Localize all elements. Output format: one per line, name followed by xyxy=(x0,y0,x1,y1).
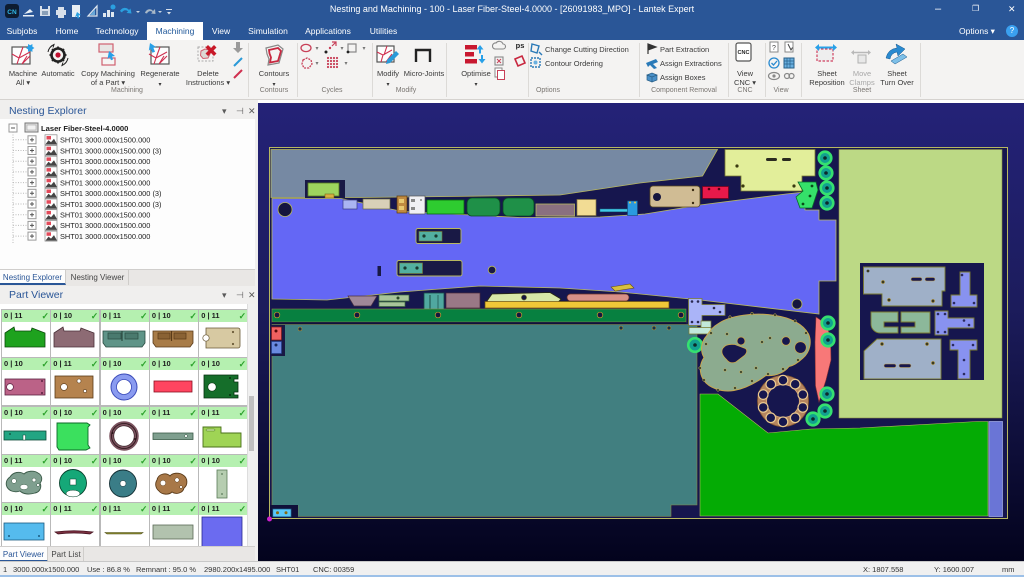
svg-text:SHT01 3000.000x1500.000: SHT01 3000.000x1500.000 xyxy=(60,135,150,144)
svg-text:SHT01 3000.000x1500.000: SHT01 3000.000x1500.000 xyxy=(60,221,150,230)
svg-text:CNC: CNC xyxy=(738,50,750,56)
svg-text:SHT01 3000.000x1500.000: SHT01 3000.000x1500.000 xyxy=(60,167,150,176)
svg-text:SHT01 3000.000x1500.000 (3): SHT01 3000.000x1500.000 (3) xyxy=(60,189,162,198)
svg-text:?: ? xyxy=(772,45,776,52)
svg-text:Laser Fiber-Steel-4.0000: Laser Fiber-Steel-4.0000 xyxy=(41,124,128,133)
svg-text:SHT01 3000.000x1500.000: SHT01 3000.000x1500.000 xyxy=(60,210,150,219)
svg-text:SHT01 3000.000x1500.000 (3): SHT01 3000.000x1500.000 (3) xyxy=(60,199,162,208)
svg-text:CN: CN xyxy=(7,9,17,16)
svg-text:SHT01 3000.000x1500.000: SHT01 3000.000x1500.000 xyxy=(60,178,150,187)
svg-text:SHT01 3000.000x1500.000: SHT01 3000.000x1500.000 xyxy=(60,231,150,240)
svg-text:SHT01 3000.000x1500.000: SHT01 3000.000x1500.000 xyxy=(60,157,150,166)
svg-text:SHT01 3000.000x1500.000 (3): SHT01 3000.000x1500.000 (3) xyxy=(60,146,162,155)
